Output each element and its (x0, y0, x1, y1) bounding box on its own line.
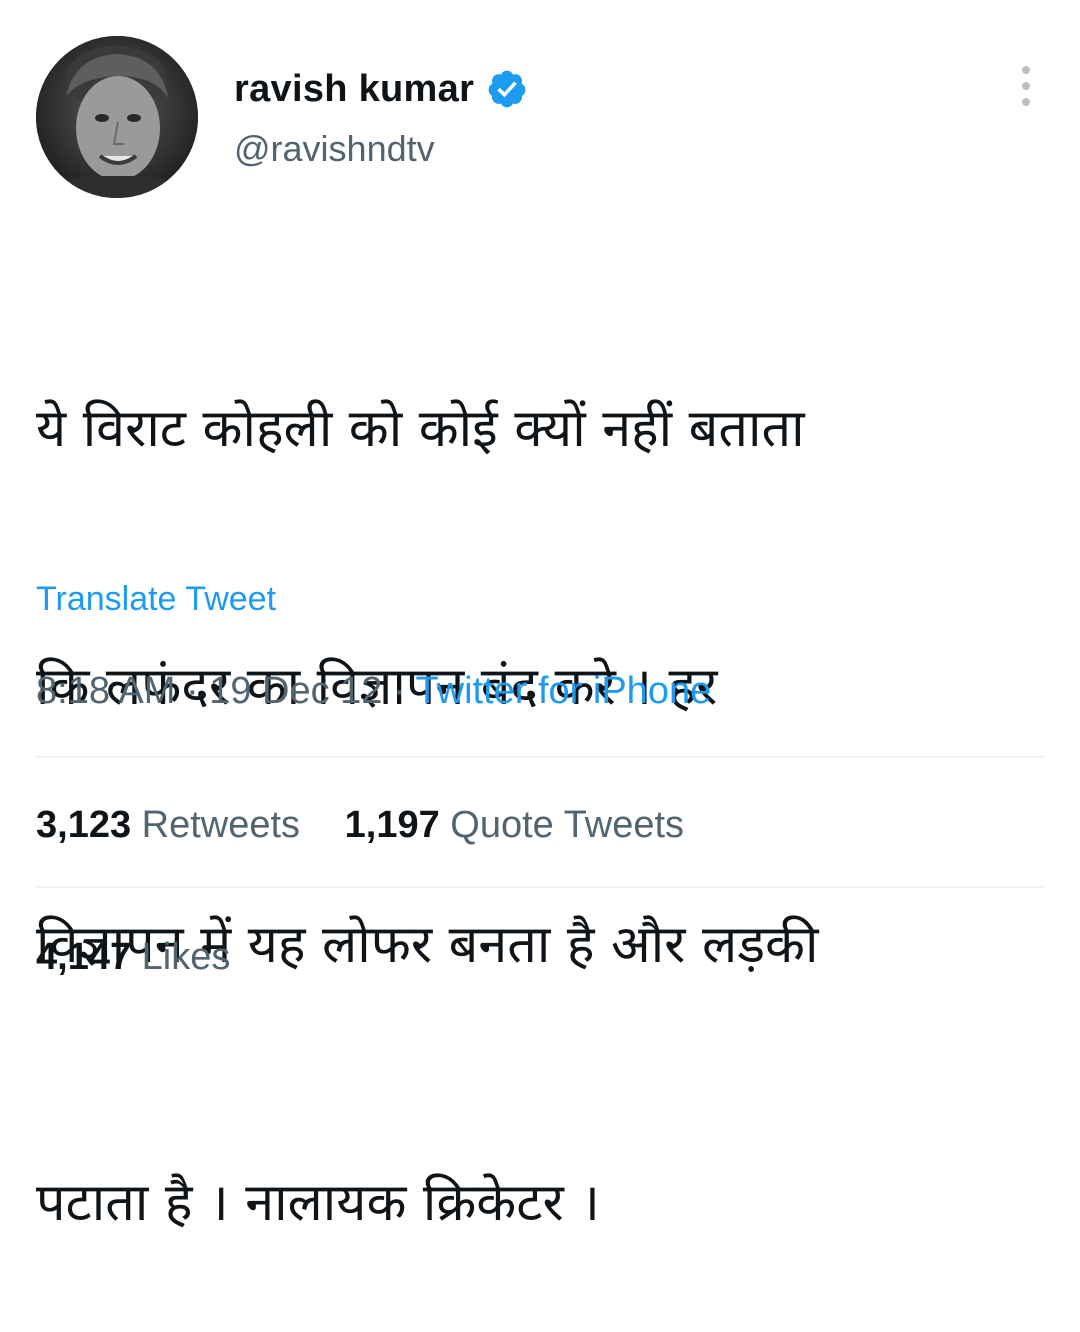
display-name[interactable]: ravish kumar (234, 68, 474, 111)
verified-badge-icon (486, 68, 528, 110)
tweet-text-line: पटाता है । नालायक क्रिकेटर । (36, 1173, 600, 1233)
avatar[interactable] (36, 36, 198, 198)
retweets-label: Retweets (141, 804, 301, 846)
tweet-source-link[interactable]: Twitter for iPhone (416, 670, 712, 712)
tweet-date[interactable]: 19 Dec 12 (209, 670, 382, 712)
translate-tweet-link[interactable]: Translate Tweet (36, 580, 276, 619)
divider (36, 886, 1044, 888)
quote-tweets-stat[interactable]: 1,197 Quote Tweets (345, 804, 684, 847)
likes-count: 4,147 (36, 936, 132, 978)
tweet-meta: 8:18 AM · 19 Dec 12 · Twitter for iPhone (36, 670, 711, 713)
tweet-time[interactable]: 8:18 AM (36, 670, 175, 712)
quote-tweets-count: 1,197 (344, 804, 440, 846)
likes-label: Likes (141, 936, 231, 978)
divider (36, 756, 1044, 758)
display-name-row: ravish kumar (234, 64, 528, 114)
more-vertical-icon[interactable] (1014, 64, 1038, 108)
engagement-stats-row: 3,123 Retweets 1,197 Quote Tweets (36, 804, 718, 847)
user-handle[interactable]: @ravishndtv (234, 128, 435, 170)
retweets-stat[interactable]: 3,123 Retweets (36, 804, 300, 847)
likes-stats-row: 4,147 Likes (36, 936, 264, 979)
avatar-photo (36, 36, 198, 198)
quote-tweets-label: Quote Tweets (450, 804, 685, 846)
tweet-text: ये विराट कोहली को कोई क्यों नहीं बताता क… (36, 214, 1036, 1332)
likes-stat[interactable]: 4,147 Likes (36, 936, 230, 979)
tweet-text-line: ये विराट कोहली को कोई क्यों नहीं बताता (36, 399, 805, 459)
meta-separator: · (185, 670, 199, 712)
retweets-count: 3,123 (36, 804, 132, 846)
meta-separator: · (393, 670, 406, 712)
tweet-header: ravish kumar @ravishndtv (36, 36, 1044, 198)
